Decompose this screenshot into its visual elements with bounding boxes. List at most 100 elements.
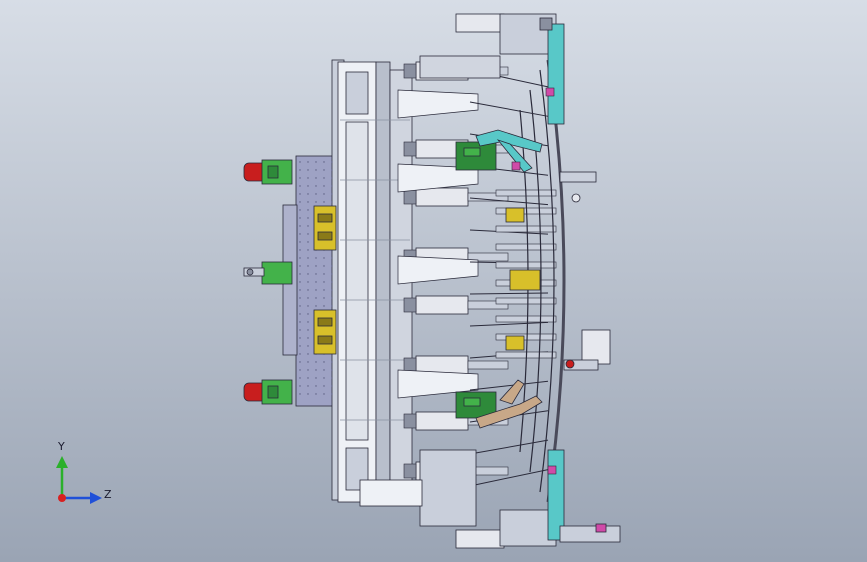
plate-dot [331,385,333,387]
plate-dot [331,193,333,195]
red-wheel-top[interactable] [243,159,293,185]
plate-dot [331,297,333,299]
cylinder-mount [403,413,417,429]
plate-dot [307,177,309,179]
plate-dot [331,377,333,379]
fixture-model[interactable] [0,0,867,562]
plate-dot [307,289,309,291]
plate-dot [299,257,301,259]
plate-dot [307,297,309,299]
locating-pin [495,243,557,251]
z-axis-label: Z [104,488,112,501]
plate-dot [323,185,325,187]
plate-dot [307,337,309,339]
plate-dot [299,385,301,387]
plate-dot [323,385,325,387]
plate-dot [331,257,333,259]
plate-dot [323,161,325,163]
plate-dot [307,329,309,331]
plate-dot [331,369,333,371]
plate-dot [299,169,301,171]
plate-dot [323,305,325,307]
plate-dot [323,265,325,267]
plate-dot [299,161,301,163]
plate-dot [323,369,325,371]
plate-dot [299,297,301,299]
y-axis-label: Y [58,440,65,453]
plate-dot [307,265,309,267]
locating-pin [495,315,557,323]
plate-dot [315,377,317,379]
plate-dot [307,281,309,283]
plate-dot [323,169,325,171]
plate-dot [331,185,333,187]
plate-dot [299,201,301,203]
plate-dot [331,361,333,363]
plate-dot [323,177,325,179]
plate-dot [315,185,317,187]
plate-dot [323,377,325,379]
plate-dot [299,321,301,323]
plate-dot [315,201,317,203]
plate-dot [307,217,309,219]
plate-dot [323,193,325,195]
plate-dot [331,265,333,267]
yellow-clamp-bottom[interactable] [313,309,337,355]
plate-dot [299,305,301,307]
plate-dot [299,289,301,291]
plate-dot [315,369,317,371]
plate-dot [299,177,301,179]
plate-dot [299,185,301,187]
plate-dot [331,393,333,395]
plate-dot [307,185,309,187]
plate-dot [331,305,333,307]
plate-dot [331,281,333,283]
plate-dot [315,297,317,299]
plate-dot [299,369,301,371]
plate-dot [299,337,301,339]
cad-viewport[interactable]: Y Z [0,0,867,562]
locating-pin [495,225,557,233]
plate-dot [331,161,333,163]
plate-dot [299,393,301,395]
pneumatic-cylinder [415,187,469,207]
yellow-clamp-top[interactable] [313,205,337,251]
plate-dot [315,273,317,275]
plate-dot [323,289,325,291]
red-wheel-bottom[interactable] [243,379,293,405]
plate-dot [323,297,325,299]
plate-dot [323,201,325,203]
plate-dot [299,377,301,379]
plate-dot [299,329,301,331]
plate-dot [323,281,325,283]
plate-dot [307,249,309,251]
cylinder-mount [403,297,417,313]
green-bracket-top[interactable] [455,141,497,171]
plate-dot [307,209,309,211]
locating-pin [495,261,557,269]
plate-dot [315,265,317,267]
plate-dot [299,353,301,355]
plate-dot [331,169,333,171]
plate-dot [299,361,301,363]
locating-pin [495,297,557,305]
plate-dot [299,193,301,195]
plate-dot [323,273,325,275]
cylinder-mount [403,63,417,79]
plate-dot [307,369,309,371]
plate-dot [307,345,309,347]
plate-dot [315,177,317,179]
plate-dot [307,193,309,195]
plate-dot [299,313,301,315]
plate-dot [307,161,309,163]
plate-dot [307,321,309,323]
plate-dot [299,225,301,227]
plate-dot [315,393,317,395]
plate-dot [331,289,333,291]
plate-dot [299,345,301,347]
plate-dot [315,361,317,363]
plate-dot [315,169,317,171]
plate-dot [299,217,301,219]
plate-dot [323,257,325,259]
plate-dot [307,225,309,227]
